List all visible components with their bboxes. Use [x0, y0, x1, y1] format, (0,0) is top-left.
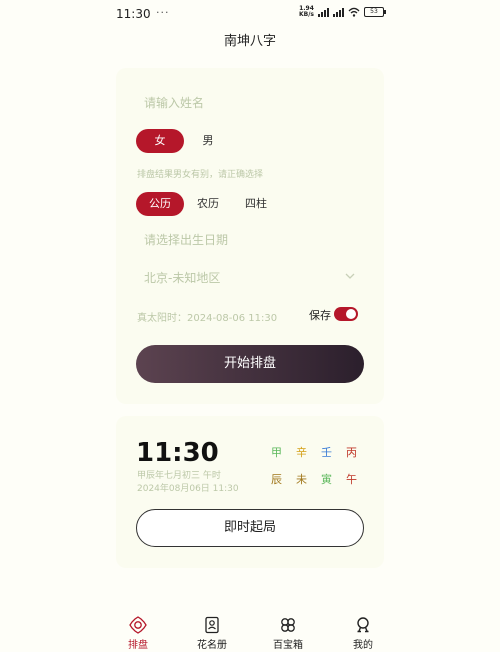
save-toggle[interactable] — [334, 307, 358, 321]
name-input[interactable] — [144, 96, 344, 110]
tab-toolbox[interactable]: 百宝箱 — [258, 616, 318, 651]
roster-icon — [205, 616, 219, 634]
profile-icon — [357, 617, 369, 633]
ganzhi-branch: 寅 — [321, 473, 332, 486]
ganzhi-branch: 未 — [296, 473, 307, 486]
bottom-tab-bar: 排盘 花名册 百宝箱 我的 — [0, 610, 500, 652]
status-indicators: 1.94 KB/s 53 — [299, 5, 386, 18]
ganzhi-stem: 丙 — [346, 446, 357, 459]
ganzhi-stem: 壬 — [321, 446, 332, 459]
region-select[interactable]: 北京-未知地区 — [144, 269, 358, 286]
true-solar-time: 真太阳时：2024-08-06 11:30 — [137, 313, 278, 324]
status-dots: · ··· — [147, 6, 170, 19]
battery-icon: 53 — [364, 7, 386, 17]
calendar-option-four-pillars[interactable]: 四柱 — [232, 192, 280, 216]
lunar-date: 甲辰年七月初三 午时 — [137, 471, 221, 481]
chevron-down-icon[interactable] — [343, 269, 357, 283]
wifi-icon — [348, 7, 360, 17]
current-time: 11:30 — [136, 438, 219, 468]
tab-label: 排盘 — [128, 640, 148, 651]
start-chart-button[interactable]: 开始排盘 — [136, 345, 364, 383]
save-label: 保存 — [309, 309, 331, 322]
gender-option-male[interactable]: 男 — [184, 129, 232, 153]
signal-icon-2 — [333, 7, 344, 17]
ganzhi-branch: 午 — [346, 473, 357, 486]
ganzhi-stem: 甲 — [271, 446, 282, 459]
gender-option-female[interactable]: 女 — [136, 129, 184, 153]
birth-date-field[interactable]: 请选择出生日期 — [144, 231, 228, 248]
current-time-card: 11:30 甲辰年七月初三 午时 2024年08月06日 11:30 甲 辛 壬… — [116, 416, 384, 568]
gender-selector: 女 男 — [136, 129, 232, 153]
net-speed: 1.94 KB/s — [299, 5, 314, 18]
calendar-option-lunar[interactable]: 农历 — [184, 192, 232, 216]
status-time: 11:30 — [116, 7, 151, 21]
compass-icon — [129, 616, 147, 634]
tab-label: 百宝箱 — [273, 640, 303, 651]
tab-profile[interactable]: 我的 — [333, 616, 393, 651]
calendar-option-solar[interactable]: 公历 — [136, 192, 184, 216]
tab-label: 我的 — [353, 640, 373, 651]
ganzhi-stem: 辛 — [296, 446, 307, 459]
status-bar: 11:30 · ··· 1.94 KB/s 53 — [0, 0, 500, 28]
tab-roster[interactable]: 花名册 — [182, 616, 242, 651]
tab-label: 花名册 — [197, 640, 227, 651]
page-title: 南坤八字 — [223, 34, 276, 49]
toggle-knob — [346, 309, 356, 319]
chart-form-card: 女 男 排盘结果男女有别，请正确选择 公历 农历 四柱 请选择出生日期 北京-未… — [116, 68, 384, 404]
ganzhi-branch: 辰 — [271, 473, 282, 486]
gregorian-date: 2024年08月06日 11:30 — [137, 484, 239, 494]
signal-icon — [318, 7, 329, 17]
clover-icon — [281, 618, 295, 632]
instant-chart-button[interactable]: 即时起局 — [136, 509, 364, 547]
gender-hint: 排盘结果男女有别，请正确选择 — [137, 170, 264, 180]
tab-paipan[interactable]: 排盘 — [108, 616, 168, 651]
calendar-type-selector: 公历 农历 四柱 — [136, 192, 280, 216]
